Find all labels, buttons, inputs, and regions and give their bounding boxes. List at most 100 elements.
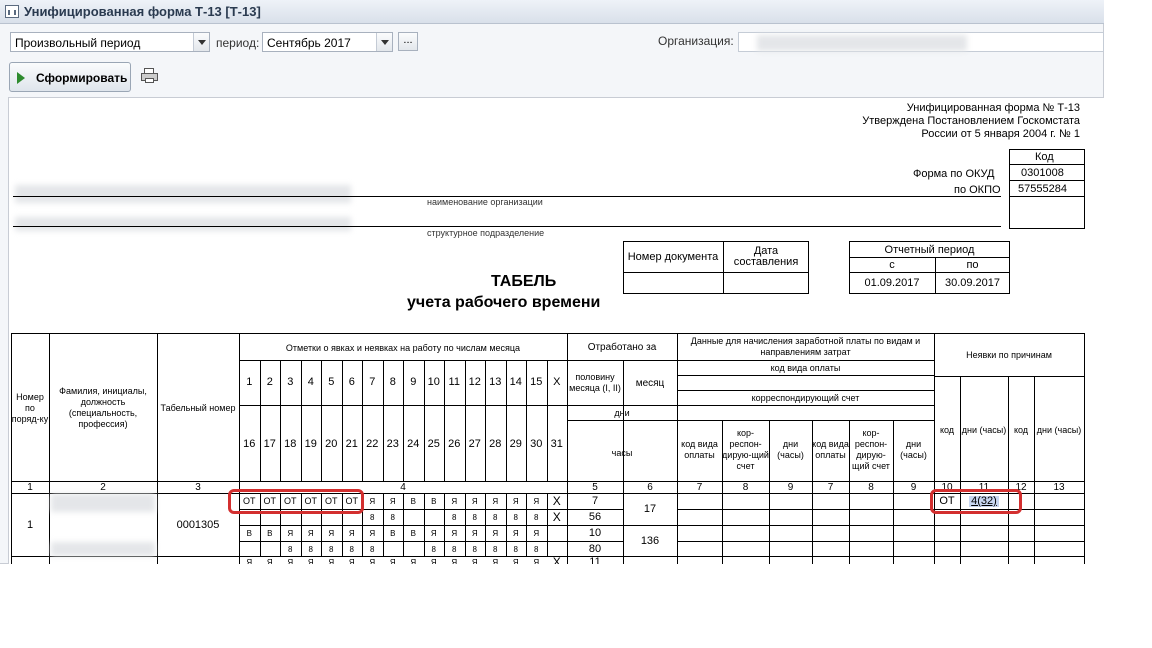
column-number: 9 bbox=[910, 482, 917, 493]
chevron-down-icon[interactable] bbox=[376, 33, 392, 51]
day-mark: Я bbox=[492, 557, 499, 565]
day-mark: Я bbox=[348, 557, 355, 565]
day-mark: 8 bbox=[513, 545, 518, 554]
generate-button[interactable]: Сформировать bbox=[9, 62, 131, 92]
title-bar: Унифицированная форма Т-13 [Т-13] bbox=[0, 0, 1104, 24]
day-mark: Я bbox=[328, 529, 335, 538]
department-caption: структурное подразделение bbox=[427, 228, 545, 238]
column-number: 1 bbox=[27, 482, 33, 493]
col-half-header: половину месяца (I, II) bbox=[569, 372, 621, 393]
day-number: 10 bbox=[427, 375, 440, 388]
day-number: 22 bbox=[366, 437, 379, 450]
period-value: Сентябрь 2017 bbox=[267, 36, 351, 50]
day-number: 8 bbox=[389, 375, 396, 388]
day-mark: 8 bbox=[472, 513, 477, 522]
print-icon[interactable] bbox=[141, 68, 159, 84]
redacted-employee-position bbox=[51, 542, 155, 556]
day-number: 15 bbox=[530, 375, 543, 388]
day-mark: Я bbox=[266, 557, 273, 565]
redacted-department bbox=[15, 217, 351, 231]
day-mark: В bbox=[410, 529, 416, 538]
day-mark: Я bbox=[307, 557, 314, 565]
day-mark: 8 bbox=[493, 545, 498, 554]
day-mark: 8 bbox=[534, 545, 539, 554]
month-hours: 136 bbox=[640, 534, 660, 547]
column-number: 6 bbox=[647, 482, 653, 493]
form-header-line: России от 5 января 2004 г. № 1 bbox=[921, 128, 1080, 140]
period-select[interactable]: Сентябрь 2017 bbox=[262, 32, 393, 52]
day-mark: Я bbox=[307, 529, 314, 538]
col-absence-header: Неявки по причинам bbox=[966, 349, 1052, 360]
highlight-vacation-marks bbox=[228, 489, 364, 514]
period-label: период: bbox=[216, 36, 260, 50]
okud-label: Форма по ОКУД bbox=[913, 168, 995, 180]
day-number: 26 bbox=[448, 437, 461, 450]
day-mark: Я bbox=[410, 557, 417, 565]
day-number: 11 bbox=[448, 375, 460, 388]
day-mark: 8 bbox=[370, 513, 375, 522]
row2-half1-days: 11 bbox=[589, 555, 601, 564]
redacted-employee-name bbox=[51, 494, 155, 512]
col-absence-dayshours-2: дни (часы) bbox=[1036, 424, 1082, 435]
pay-subheader: код вида оплаты bbox=[681, 439, 718, 460]
pay-subheader: дни (часы) bbox=[777, 439, 804, 460]
organization-field[interactable] bbox=[738, 32, 1104, 52]
column-number: 5 bbox=[592, 482, 598, 493]
day-mark: Я bbox=[492, 497, 499, 506]
col-pay-header: Данные для начисления заработной платы п… bbox=[690, 336, 921, 357]
day-mark: Я bbox=[328, 557, 335, 565]
period-mode-select[interactable]: Произвольный период bbox=[10, 32, 210, 52]
day-mark: 8 bbox=[308, 545, 313, 554]
day-mark: В bbox=[410, 497, 416, 506]
row-number: 1 bbox=[26, 518, 34, 531]
day-mark: Я bbox=[287, 529, 294, 538]
day-mark: Я bbox=[430, 529, 437, 538]
day-number: 25 bbox=[427, 437, 440, 450]
document-date-label: Дата составления bbox=[733, 245, 799, 268]
day-mark: В bbox=[267, 529, 273, 538]
day-mark: Я bbox=[389, 497, 396, 506]
form-header-line: Утверждена Постановлением Госкомстата bbox=[862, 115, 1080, 127]
day-number: 20 bbox=[325, 437, 338, 450]
day-mark: Я bbox=[451, 557, 458, 565]
day-mark: Я bbox=[451, 529, 458, 538]
half2-days: 10 bbox=[588, 527, 602, 539]
day-number: 29 bbox=[509, 437, 522, 450]
col-days-header: дни bbox=[614, 407, 630, 418]
day-mark: В bbox=[390, 529, 396, 538]
day-number: 1 bbox=[246, 375, 253, 388]
column-number: 3 bbox=[195, 482, 201, 493]
day-number: 9 bbox=[410, 375, 417, 388]
col-hours-header: часы bbox=[611, 447, 633, 458]
day-mark: 8 bbox=[534, 513, 539, 522]
day-mark: Я bbox=[389, 557, 396, 565]
report-window: Унифицированная форма Т-13 [Т-13] Произв… bbox=[0, 0, 1104, 564]
timesheet-subtitle: учета рабочего времени bbox=[407, 294, 601, 311]
day-mark: Я bbox=[471, 497, 478, 506]
period-from-value: 01.09.2017 bbox=[864, 276, 920, 289]
column-number: 13 bbox=[1053, 482, 1065, 493]
chevron-down-icon[interactable] bbox=[193, 33, 209, 51]
day-mark: В bbox=[246, 529, 252, 538]
timesheet-document: Унифицированная форма № Т-13 Утверждена … bbox=[8, 97, 1104, 564]
column-number: 7 bbox=[827, 482, 834, 493]
col-marks-header: Отметки о явках и неявках на работу по ч… bbox=[285, 342, 521, 353]
day-mark: 8 bbox=[349, 545, 354, 554]
day-number: 31 bbox=[550, 437, 563, 450]
tab-number: 0001305 bbox=[176, 518, 220, 531]
controls-row: Произвольный период период: Сентябрь 201… bbox=[0, 30, 1104, 56]
day-number: 23 bbox=[386, 437, 399, 450]
choose-period-button[interactable]: ... bbox=[398, 32, 418, 51]
half1-days: 7 bbox=[591, 495, 599, 507]
col-name-header: Фамилия, инициалы, должность (специально… bbox=[59, 386, 147, 429]
day-mark: В bbox=[431, 497, 437, 506]
window-title: Унифицированная форма Т-13 [Т-13] bbox=[24, 4, 261, 19]
column-number: 2 bbox=[100, 482, 106, 493]
day-mark: Я bbox=[348, 529, 355, 538]
play-icon bbox=[17, 72, 25, 84]
day-mark: 8 bbox=[472, 545, 477, 554]
okpo-label: по ОКПО bbox=[954, 184, 1001, 196]
day-mark: Я bbox=[369, 557, 376, 565]
day-mark: 8 bbox=[390, 513, 395, 522]
period-mode-value: Произвольный период bbox=[15, 36, 141, 50]
